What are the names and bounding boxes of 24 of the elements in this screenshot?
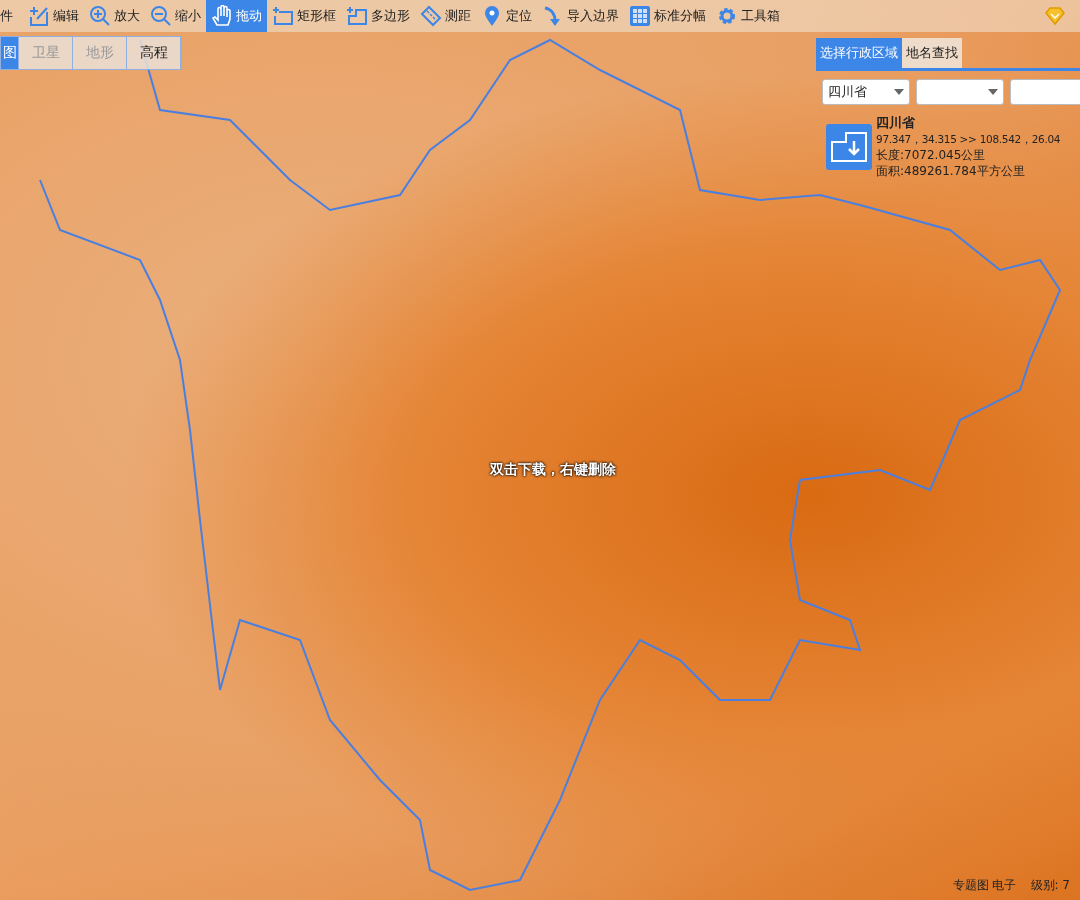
toolbar-button[interactable]: 编辑 xyxy=(23,0,84,32)
region-name: 四川省 xyxy=(876,115,916,131)
region-area: 面积:489261.784平方公里 xyxy=(876,163,1061,179)
toolbar-button[interactable]: 测距 xyxy=(415,0,476,32)
toolbar-button[interactable]: 标准分幅 xyxy=(624,0,711,32)
region-coordinates: 97.347，34.315 >> 108.542，26.04 xyxy=(876,132,1061,147)
panel-tab[interactable]: 选择行政区域 xyxy=(816,38,902,68)
region-select[interactable]: 四川省 xyxy=(822,79,910,105)
map-type-tab[interactable]: 图 xyxy=(1,37,19,69)
panel-tab[interactable]: 地名查找 xyxy=(902,38,962,68)
toolbar-button[interactable]: 多边形 xyxy=(341,0,415,32)
toolbar-button[interactable]: 拖动 xyxy=(206,0,267,32)
toolbar-button[interactable]: 导入边界 xyxy=(537,0,624,32)
zoom-level: 级别: 7 xyxy=(1030,877,1070,894)
layer-label: 专题图 电子 xyxy=(952,877,1017,894)
toolbar-button[interactable]: 工具箱 xyxy=(711,0,785,32)
toolbar-button[interactable]: 缩小 xyxy=(145,0,206,32)
toolbar-button[interactable]: 矩形框 xyxy=(267,0,341,32)
toolbar-button[interactable]: 放大 xyxy=(84,0,145,32)
toolbar-button[interactable]: 件 xyxy=(0,0,23,32)
toolbar-button[interactable]: 定位 xyxy=(476,0,537,32)
map-hint: 双击下载，右键删除 xyxy=(490,461,616,479)
map-type-tab[interactable]: 高程 xyxy=(127,37,181,69)
region-length: 长度:7072.045公里 xyxy=(876,147,987,163)
